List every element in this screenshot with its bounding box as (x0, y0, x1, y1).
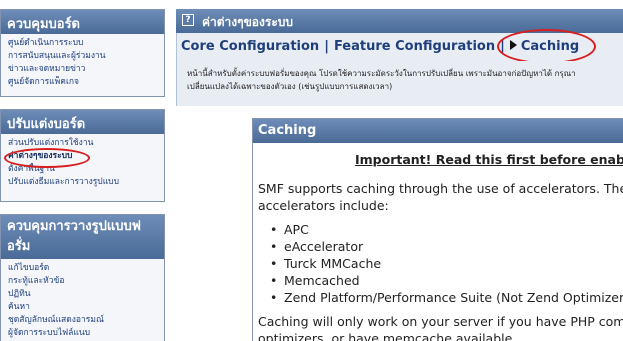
caching-section: Caching Important! Read this first befor… (252, 118, 623, 341)
sidebar-panel-admin: ควบคุมบอร์ด ศูนย์ดำเนินการระบบ การสนับสน… (0, 9, 165, 97)
list-item: Turck MMCache (270, 255, 623, 272)
sidebar-item-edit-boards[interactable]: แก้ไขบอร์ด (8, 262, 160, 275)
sidebar-item-support-credits[interactable]: การสนับสนุนและผู้ร่วมงาน (8, 50, 160, 63)
list-item: Zend Platform/Performance Suite (Not Zen… (270, 289, 623, 306)
sidebar-item-package-manager[interactable]: ศูนย์จัดการแพ็คเกจ (8, 76, 160, 89)
highlight-ring-caching-tab (497, 29, 596, 64)
section-title: Caching (253, 119, 623, 143)
outro-text: optimizers, or have memcache available. (258, 331, 517, 341)
tab-feature-configuration[interactable]: Feature Configuration (334, 39, 495, 54)
help-icon[interactable]: ? (182, 14, 194, 26)
description-line: เปลี่ยนแปลงได้เฉพาะของตัวเอง (เช่นรูปแบบ… (187, 82, 393, 91)
sidebar-panel-forum-layout: ควบคุมการวางรูปแบบฟอรั่ม แก้ไขบอร์ด กระท… (0, 214, 165, 341)
sidebar-item-news-newsletter[interactable]: ข่าวและจดหมายข่าว (8, 63, 160, 76)
tab-core-configuration[interactable]: Core Configuration (181, 39, 319, 54)
sidebar-item-posts-topics[interactable]: กระทู้และหัวข้อ (8, 275, 160, 288)
accelerator-list: APC eAccelerator Turck MMCache Memcached… (270, 221, 623, 306)
tab-separator: | (324, 39, 329, 54)
list-item: Memcached (270, 272, 623, 289)
sidebar-panel-title: ควบคุมบอร์ด (1, 10, 164, 34)
sidebar-item-attachments[interactable]: ผู้จัดการระบบไฟล์แนบ (8, 327, 160, 340)
highlight-ring-sidebar (4, 148, 90, 168)
sidebar-item-themes-layout[interactable]: ปรับแต่งธีมและการวางรูปแบบ (8, 176, 160, 189)
important-notice: Important! Read this first before enabli… (355, 152, 623, 167)
sidebar-panel-title: ปรับแต่งบอร์ด (1, 110, 164, 134)
description-line: หน้านี้สำหรับตั้งค่าระบบฟอรั่มของคุณ โปร… (187, 69, 576, 78)
sidebar-item-search[interactable]: ค้นหา (8, 301, 160, 314)
page-description: หน้านี้สำหรับตั้งค่าระบบฟอรั่มของคุณ โปร… (176, 61, 623, 106)
list-item: eAccelerator (270, 238, 623, 255)
outro-text: Caching will only work on your server if… (258, 314, 623, 329)
sidebar-panel-title: ควบคุมการวางรูปแบบฟอรั่ม (1, 215, 164, 259)
list-item: APC (270, 221, 623, 238)
page-title: ค่าต่างๆของระบบ (202, 15, 293, 29)
sidebar-item-admin-center[interactable]: ศูนย์ดำเนินการระบบ (8, 37, 160, 50)
sidebar-item-calendar[interactable]: ปฏิทิน (8, 288, 160, 301)
intro-text: SMF supports caching through the use of … (258, 181, 623, 196)
sidebar-item-smileys[interactable]: ชุดสัญลักษณ์แสดงอารมณ์ (8, 314, 160, 327)
intro-text: accelerators include: (258, 198, 389, 213)
